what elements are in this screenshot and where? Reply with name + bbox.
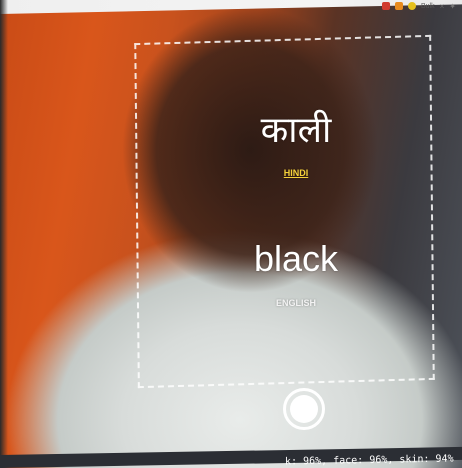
close-icon[interactable]: × (440, 2, 445, 11)
extension-icon[interactable] (408, 2, 416, 10)
translated-word: black (253, 238, 339, 279)
browser-tray: Bulk × ✦ (382, 0, 456, 12)
native-language-label[interactable]: HINDI (196, 168, 396, 178)
camera-shutter-icon (290, 395, 318, 423)
extension-icon[interactable] (395, 2, 403, 10)
extension-icon[interactable] (382, 2, 390, 10)
camera-view: Bulk × ✦ काली HINDI black ENGLISH k: 96%… (0, 0, 462, 468)
native-word: काली (260, 110, 332, 151)
window-edge (0, 0, 8, 468)
capture-button[interactable] (283, 388, 325, 430)
puzzle-icon[interactable]: ✦ (449, 2, 456, 11)
detection-frame (134, 34, 435, 389)
bookmark-label[interactable]: Bulk (421, 3, 435, 10)
translated-language-label: ENGLISH (275, 298, 316, 308)
detection-stats: k: 96%, face: 96%, skin: 94% (285, 453, 455, 468)
